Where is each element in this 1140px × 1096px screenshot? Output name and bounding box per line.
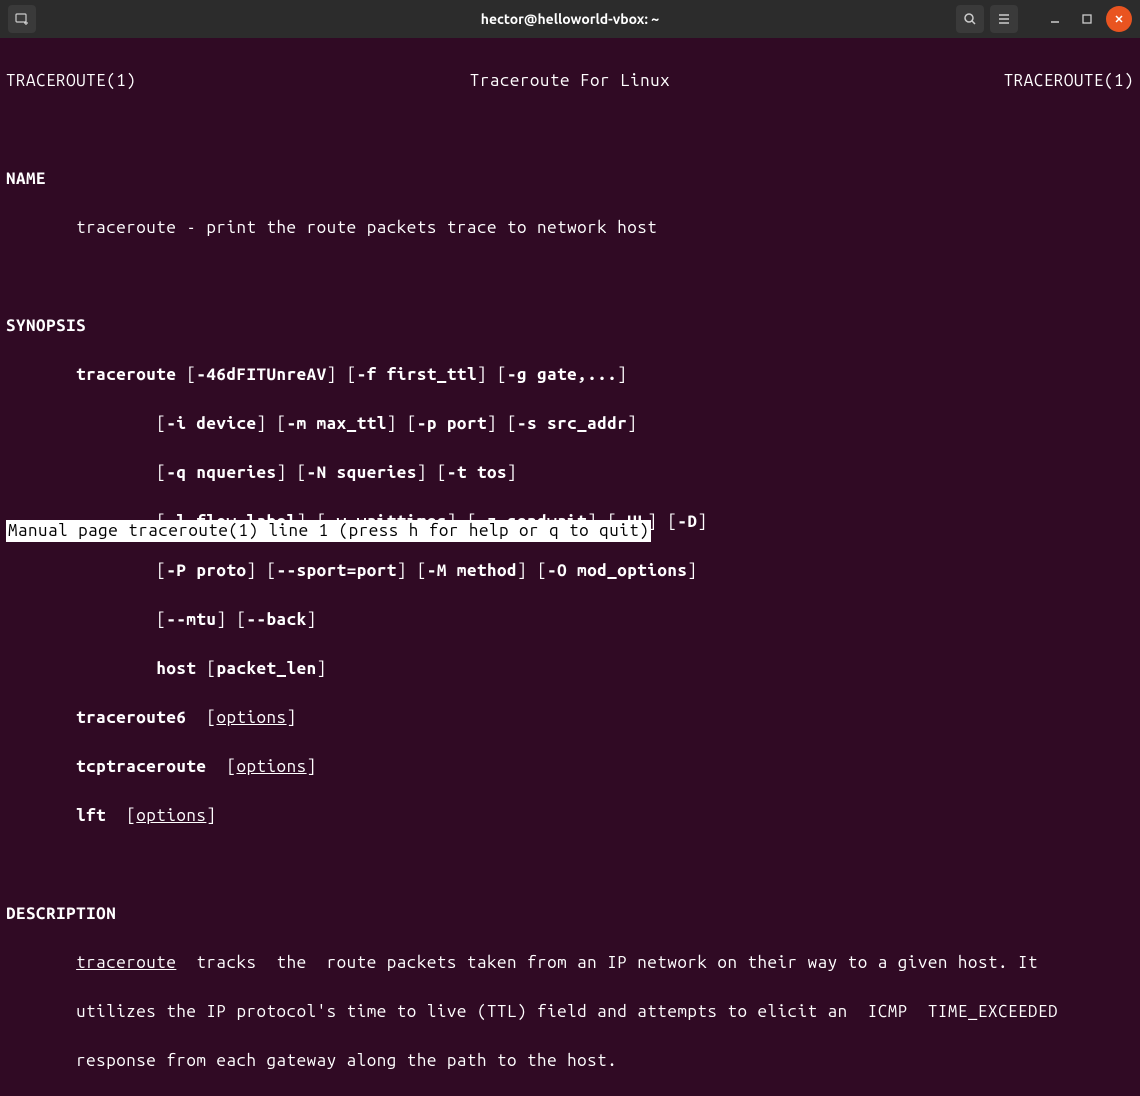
header-center: Traceroute For Linux — [470, 69, 670, 94]
titlebar: hector@helloworld-vbox: ~ — [0, 0, 1140, 38]
section-synopsis-heading: SYNOPSIS — [6, 314, 1134, 339]
manpage-header: TRACEROUTE(1) Traceroute For Linux TRACERO… — [6, 69, 1134, 94]
search-button[interactable] — [956, 5, 984, 33]
blank-line — [6, 265, 1134, 290]
name-text: traceroute - print the route packets tra… — [6, 216, 1134, 241]
maximize-icon — [1081, 13, 1093, 25]
window-title: hector@helloworld-vbox: ~ — [481, 11, 659, 27]
titlebar-left — [8, 5, 36, 33]
new-tab-button[interactable] — [8, 5, 36, 33]
header-left: TRACEROUTE(1) — [6, 69, 136, 94]
close-button[interactable] — [1106, 6, 1132, 32]
hamburger-icon — [996, 11, 1012, 27]
minimize-button[interactable] — [1042, 6, 1068, 32]
menu-button[interactable] — [990, 5, 1018, 33]
description-line: utilizes the IP protocol's time to live … — [6, 1000, 1134, 1025]
minimize-icon — [1049, 13, 1061, 25]
close-icon — [1113, 13, 1125, 25]
description-line: response from each gateway along the pat… — [6, 1049, 1134, 1074]
new-tab-icon — [14, 11, 30, 27]
synopsis-line: [-P proto] [--sport=port] [-M method] [-… — [6, 559, 1134, 584]
synopsis-line: [-q nqueries] [-N squeries] [-t tos] — [6, 461, 1134, 486]
synopsis-line: traceroute [-46dFITUnreAV] [-f first_ttl… — [6, 363, 1134, 388]
titlebar-right — [956, 5, 1132, 33]
synopsis-line: lft [options] — [6, 804, 1134, 829]
synopsis-line: traceroute6 [options] — [6, 706, 1134, 731]
terminal-content[interactable]: TRACEROUTE(1) Traceroute For Linux TRACERO… — [0, 38, 1140, 1096]
synopsis-line: [--mtu] [--back] — [6, 608, 1134, 633]
section-name-heading: NAME — [6, 167, 1134, 192]
maximize-button[interactable] — [1074, 6, 1100, 32]
section-description-heading: DESCRIPTION — [6, 902, 1134, 927]
pager-status-line: Manual page traceroute(1) line 1 (press … — [6, 520, 651, 542]
blank-line — [6, 118, 1134, 143]
synopsis-line: tcptraceroute [options] — [6, 755, 1134, 780]
synopsis-line: [-i device] [-m max_ttl] [-p port] [-s s… — [6, 412, 1134, 437]
blank-line — [6, 853, 1134, 878]
header-right: TRACEROUTE(1) — [1004, 69, 1134, 94]
description-line: traceroute tracks the route packets take… — [6, 951, 1134, 976]
synopsis-line: host [packet_len] — [6, 657, 1134, 682]
search-icon — [962, 11, 978, 27]
